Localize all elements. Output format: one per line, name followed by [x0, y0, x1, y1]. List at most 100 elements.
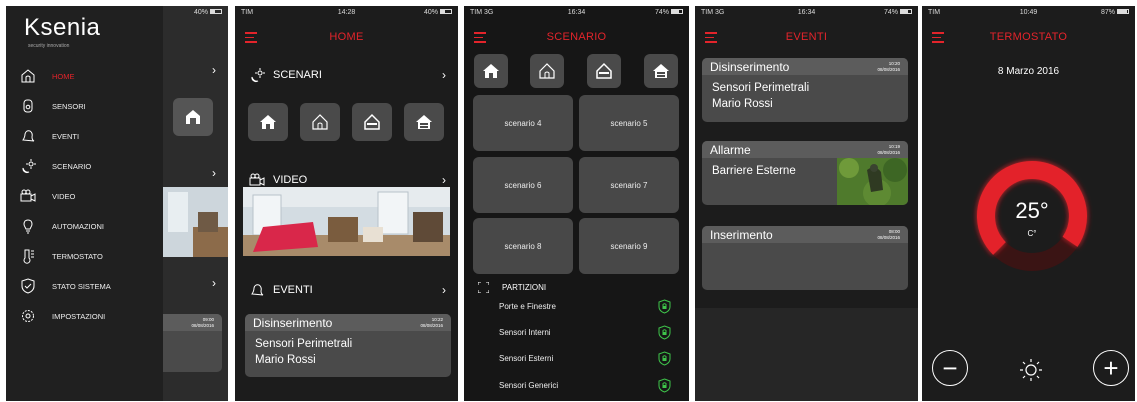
event-card[interactable]: Disinserimento 10:22 08/08/2016 Sensori P… [245, 314, 451, 377]
chevron-right-icon[interactable]: › [212, 63, 216, 77]
video-camera-icon [20, 189, 36, 202]
shield-lock-icon [658, 377, 671, 393]
event-card-body: Sensori Perimetrali Mario Rossi [702, 75, 908, 118]
moon-sun-icon [22, 159, 36, 174]
event-timestamp: 10:20 08/08/2016 [877, 61, 900, 72]
scenario-tile-full[interactable] [644, 54, 678, 88]
menu-item-home[interactable]: HOME [6, 61, 163, 91]
nav-bar: SCENARIO [464, 18, 689, 56]
event-card[interactable]: Allarme 10:19 08/08/2016 Barriere Esterne [702, 141, 908, 205]
menu-item-scenario[interactable]: SCENARIO [6, 151, 163, 181]
scenario-tile-home[interactable] [248, 103, 288, 141]
scenario-tile-away[interactable] [530, 54, 564, 88]
video-preview[interactable] [163, 187, 228, 257]
scenario-button[interactable]: scenario 7 [579, 157, 679, 213]
event-timestamp: 10:22 08/08/2016 [420, 317, 443, 328]
status-bar: 40% [163, 6, 228, 18]
menu-item-eventi[interactable]: EVENTI [6, 121, 163, 151]
menu-item-impostazioni[interactable]: IMPOSTAZIONI [6, 301, 163, 331]
living-room-image [243, 187, 450, 256]
scenario-tile-night[interactable] [587, 54, 621, 88]
menu-item-stato-sistema[interactable]: STATO SISTEMA [6, 271, 163, 301]
event-card-header: Disinserimento 10:20 08/08/2016 [702, 58, 908, 75]
chevron-right-icon: › [442, 173, 446, 187]
house-icon [483, 64, 499, 78]
alarm-snapshot-image [837, 158, 908, 205]
scenario-tile-away[interactable] [300, 103, 340, 141]
partition-item[interactable]: Sensori Generici [464, 372, 689, 398]
shield-lock-icon [658, 350, 671, 366]
scenario-button[interactable]: scenario 4 [473, 95, 573, 151]
hamburger-icon[interactable] [932, 32, 944, 46]
status-bar: TIM 10:49 87% [922, 6, 1135, 18]
event-card-peek[interactable]: 09:00 08/08/2016 [163, 314, 222, 372]
thermostat-date: 8 Marzo 2016 [997, 66, 1060, 77]
scenario-button[interactable]: scenario 9 [579, 218, 679, 274]
menu-item-automazioni[interactable]: AUTOMAZIONI [6, 211, 163, 241]
house-filled-icon [653, 64, 669, 78]
event-title: Disinserimento [253, 315, 333, 330]
clock-text: 16:34 [797, 8, 816, 16]
page-title: HOME [329, 31, 364, 43]
section-scenari[interactable]: SCENARI › [235, 64, 458, 86]
chevron-right-icon[interactable]: › [212, 166, 216, 180]
scenario-tile-full[interactable] [404, 103, 444, 141]
scenario-tile-home[interactable] [474, 54, 508, 88]
room-image [163, 187, 228, 257]
bell-icon [22, 130, 35, 142]
event-card[interactable]: Disinserimento 10:20 08/08/2016 Sensori P… [702, 58, 908, 122]
menu-item-sensori[interactable]: SENSORI [6, 91, 163, 121]
shield-lock-icon [658, 324, 671, 340]
event-title: Inserimento [710, 227, 773, 242]
page-title: SCENARIO [546, 31, 607, 43]
scenario-button[interactable]: scenario 8 [473, 218, 573, 274]
event-line-2: Mario Rossi [255, 353, 316, 366]
scenario-tile-night[interactable] [352, 103, 392, 141]
logo: Ksenia [24, 14, 101, 41]
video-preview[interactable] [243, 187, 450, 256]
side-drawer: Ksenia security innovation HOME SENSORI … [6, 6, 163, 401]
partition-item[interactable]: Sensori Interni [464, 319, 689, 345]
chevron-right-icon: › [442, 68, 446, 82]
scenario-button[interactable]: scenario 5 [579, 95, 679, 151]
drawer-menu: HOME SENSORI EVENTI SCENARIO VIDEO AUTOM… [6, 61, 163, 331]
status-bar: TIM 14:28 40% [235, 6, 458, 18]
moon-sun-icon [251, 68, 265, 83]
nav-bar: TERMOSTATO [922, 18, 1135, 56]
events-screen: TIM 3G 16:34 74% EVENTI Disinserimento 1… [695, 6, 918, 401]
event-title: Disinserimento [710, 59, 790, 74]
event-title: Allarme [710, 142, 751, 157]
chevron-right-icon: › [442, 283, 446, 297]
status-bar: TIM 3G 16:34 74% [464, 6, 689, 18]
hamburger-icon[interactable] [474, 32, 486, 46]
hamburger-icon[interactable] [245, 32, 257, 46]
scenario-tile[interactable] [173, 98, 213, 136]
section-eventi[interactable]: EVENTI › [235, 279, 458, 301]
carrier-text: TIM [241, 8, 254, 16]
carrier-text: TIM 3G [470, 8, 494, 16]
event-line-1: Sensori Perimetrali [255, 338, 353, 350]
menu-item-termostato[interactable]: TERMOSTATO [6, 241, 163, 271]
sun-icon[interactable] [1019, 358, 1043, 382]
shield-lock-icon [658, 298, 671, 314]
temperature-value: 25° [1015, 198, 1048, 223]
increase-button[interactable]: + [1093, 350, 1129, 386]
partition-item[interactable]: Sensori Esterni [464, 345, 689, 371]
decrease-button[interactable]: − [932, 350, 968, 386]
chevron-right-icon[interactable]: › [212, 276, 216, 290]
page-title: EVENTI [785, 31, 828, 43]
scenario-button[interactable]: scenario 6 [473, 157, 573, 213]
partitions-header: PARTIZIONI [478, 282, 546, 293]
home-screen: TIM 14:28 40% HOME SCENARI › VIDEO › EVE… [235, 6, 458, 401]
thermometer-icon [23, 249, 34, 264]
home-screen-peek: 40% › › › 09:00 08/08/2016 [163, 6, 228, 401]
temperature-gauge[interactable]: 25° C° [970, 154, 1094, 278]
event-timestamp: 08:00 08/08/2016 [877, 229, 900, 240]
menu-item-video[interactable]: VIDEO [6, 181, 163, 211]
event-card[interactable]: Inserimento 08:00 08/08/2016 [702, 226, 908, 290]
status-bar: TIM 3G 16:34 74% [695, 6, 918, 18]
partition-item[interactable]: Porte e Finestre [464, 293, 689, 319]
house-filled-icon [416, 115, 432, 129]
hamburger-icon[interactable] [705, 32, 717, 46]
bell-icon [251, 284, 264, 296]
